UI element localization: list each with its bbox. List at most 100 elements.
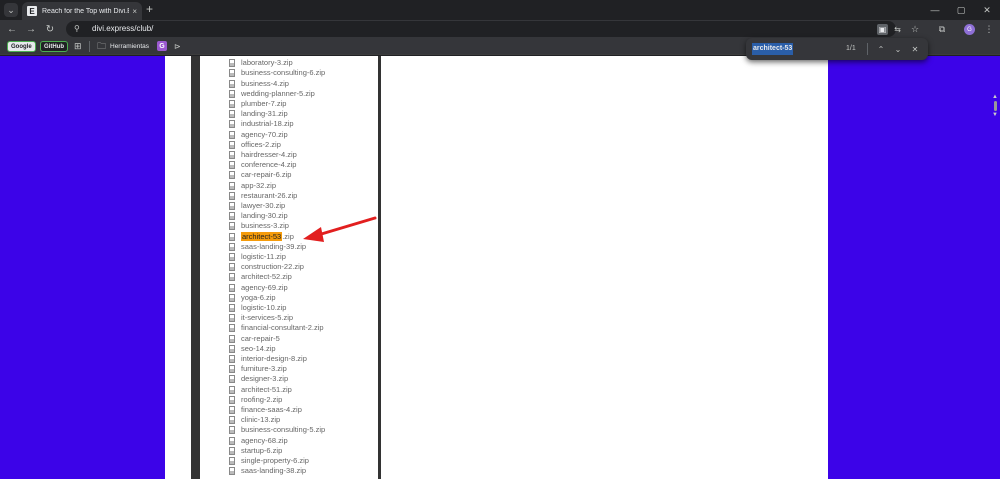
list-item: business-consulting-6.zip: [229, 68, 325, 78]
file-link[interactable]: business-3.zip: [241, 221, 289, 231]
file-icon: [229, 467, 235, 476]
extensions-icon[interactable]: ⧉: [936, 23, 948, 35]
file-link[interactable]: restaurant-26.zip: [241, 191, 297, 201]
file-link[interactable]: hairdresser-4.zip: [241, 150, 297, 160]
file-link[interactable]: architect-53.zip: [241, 231, 294, 242]
bookmark-github[interactable]: GitHub: [40, 41, 68, 52]
bookmark-arrow-icon[interactable]: ⊳: [174, 41, 181, 52]
file-link[interactable]: agency-69.zip: [241, 283, 288, 293]
list-item: startup-6.zip: [229, 446, 325, 456]
file-link[interactable]: seo-14.zip: [241, 344, 276, 354]
tab-active[interactable]: E Reach for the Top with Divi.Express ×: [22, 2, 142, 20]
file-link[interactable]: industrial-18.zip: [241, 119, 294, 129]
list-item: hairdresser-4.zip: [229, 150, 325, 160]
scroll-up-icon[interactable]: ▲: [992, 94, 998, 100]
file-link[interactable]: designer-3.zip: [241, 374, 288, 384]
file-link[interactable]: conference-4.zip: [241, 160, 296, 170]
list-item: interior-design-8.zip: [229, 354, 325, 364]
find-previous-icon[interactable]: ⌃: [875, 43, 887, 55]
new-tab-icon[interactable]: +: [146, 3, 153, 15]
file-icon: [229, 446, 235, 455]
page-scrollbar[interactable]: ▲ ▼: [991, 56, 1000, 479]
file-link[interactable]: laboratory-3.zip: [241, 58, 293, 68]
profile-avatar[interactable]: G: [964, 24, 975, 35]
file-link[interactable]: startup-6.zip: [241, 446, 282, 456]
file-link[interactable]: it-services-5.zip: [241, 313, 293, 323]
file-link[interactable]: logistic-10.zip: [241, 303, 286, 313]
file-link[interactable]: financial-consultant-2.zip: [241, 323, 324, 333]
folder-icon[interactable]: 🗀: [97, 41, 106, 52]
file-link[interactable]: yoga-6.zip: [241, 293, 276, 303]
file-link[interactable]: architect-52.zip: [241, 272, 292, 282]
file-link[interactable]: construction-22.zip: [241, 262, 304, 272]
file-icon: [229, 171, 235, 180]
file-link[interactable]: agency-70.zip: [241, 130, 288, 140]
tab-title: Reach for the Top with Divi.Express: [42, 7, 129, 15]
back-icon[interactable]: ←: [5, 22, 19, 36]
tab-close-icon[interactable]: ×: [132, 7, 137, 16]
file-icon: [229, 334, 235, 343]
file-link[interactable]: business-consulting-6.zip: [241, 68, 325, 78]
menu-icon[interactable]: ⋮: [983, 23, 995, 35]
file-icon: [229, 375, 235, 384]
file-link[interactable]: car-repair-5: [241, 334, 280, 344]
file-icon: [229, 354, 235, 363]
site-info-icon[interactable]: ⚲: [74, 24, 84, 34]
scroll-thumb[interactable]: [994, 101, 997, 111]
address-bar[interactable]: ⚲ divi.express/club/ ▣ ⇆: [66, 21, 901, 37]
file-link[interactable]: offices-2.zip: [241, 140, 281, 150]
scroll-down-icon[interactable]: ▼: [992, 112, 998, 118]
bookmark-google[interactable]: Google: [7, 41, 36, 52]
file-link[interactable]: saas-landing-39.zip: [241, 242, 306, 252]
file-link[interactable]: logistic-11.zip: [241, 252, 286, 262]
minimize-icon[interactable]: —: [922, 0, 948, 20]
file-link[interactable]: finance-saas-4.zip: [241, 405, 302, 415]
file-link[interactable]: landing-30.zip: [241, 211, 288, 221]
browser-toolbar: ← → ↻ ⚲ divi.express/club/ ▣ ⇆ ☆ ⧉ G ⋮: [0, 20, 1000, 38]
file-link[interactable]: plumber-7.zip: [241, 99, 286, 109]
file-link[interactable]: roofing-2.zip: [241, 395, 282, 405]
file-link[interactable]: saas-landing-38.zip: [241, 466, 306, 476]
file-link[interactable]: clinic-13.zip: [241, 415, 280, 425]
file-icon: [229, 293, 235, 302]
file-link[interactable]: interior-design-8.zip: [241, 354, 307, 364]
bookmark-star-icon[interactable]: ☆: [909, 23, 921, 35]
file-link[interactable]: car-repair-6.zip: [241, 170, 291, 180]
find-next-icon[interactable]: ⌄: [892, 43, 904, 55]
find-input[interactable]: architect-53: [752, 43, 794, 55]
url-text[interactable]: divi.express/club/: [92, 24, 153, 34]
list-item: saas-landing-38.zip: [229, 466, 325, 476]
file-icon: [229, 324, 235, 333]
file-link[interactable]: business-consulting-5.zip: [241, 425, 325, 435]
bookmark-g-icon[interactable]: G: [157, 41, 167, 51]
bookmark-folder-herramientas[interactable]: Herramientas: [110, 41, 149, 52]
forward-icon[interactable]: →: [24, 22, 38, 36]
file-link[interactable]: agency-68.zip: [241, 436, 288, 446]
file-icon: [229, 365, 235, 374]
file-link[interactable]: architect-51.zip: [241, 385, 292, 395]
list-item: architect-52.zip: [229, 272, 325, 282]
file-icon: [229, 69, 235, 78]
file-icon: [229, 79, 235, 88]
file-link[interactable]: furniture-3.zip: [241, 364, 287, 374]
maximize-icon[interactable]: ▢: [948, 0, 974, 20]
find-close-icon[interactable]: ✕: [909, 43, 921, 55]
install-app-icon[interactable]: ▣: [877, 24, 888, 35]
apps-grid-icon[interactable]: ⊞: [74, 41, 82, 52]
file-icon: [229, 161, 235, 170]
file-link[interactable]: wedding-planner-5.zip: [241, 89, 315, 99]
file-link[interactable]: landing-31.zip: [241, 109, 288, 119]
list-item: landing-30.zip: [229, 211, 325, 221]
list-item: plumber-7.zip: [229, 99, 325, 109]
list-item: financial-consultant-2.zip: [229, 323, 325, 333]
reload-icon[interactable]: ↻: [43, 22, 57, 36]
file-icon: [229, 283, 235, 292]
close-window-icon[interactable]: ✕: [974, 0, 1000, 20]
file-link[interactable]: app-32.zip: [241, 181, 276, 191]
file-link[interactable]: lawyer-30.zip: [241, 201, 285, 211]
find-divider: [867, 43, 868, 55]
translate-icon[interactable]: ⇆: [892, 24, 903, 35]
file-link[interactable]: business-4.zip: [241, 79, 289, 89]
tab-search-icon[interactable]: ⌄: [4, 3, 18, 17]
file-link[interactable]: single-property-6.zip: [241, 456, 309, 466]
